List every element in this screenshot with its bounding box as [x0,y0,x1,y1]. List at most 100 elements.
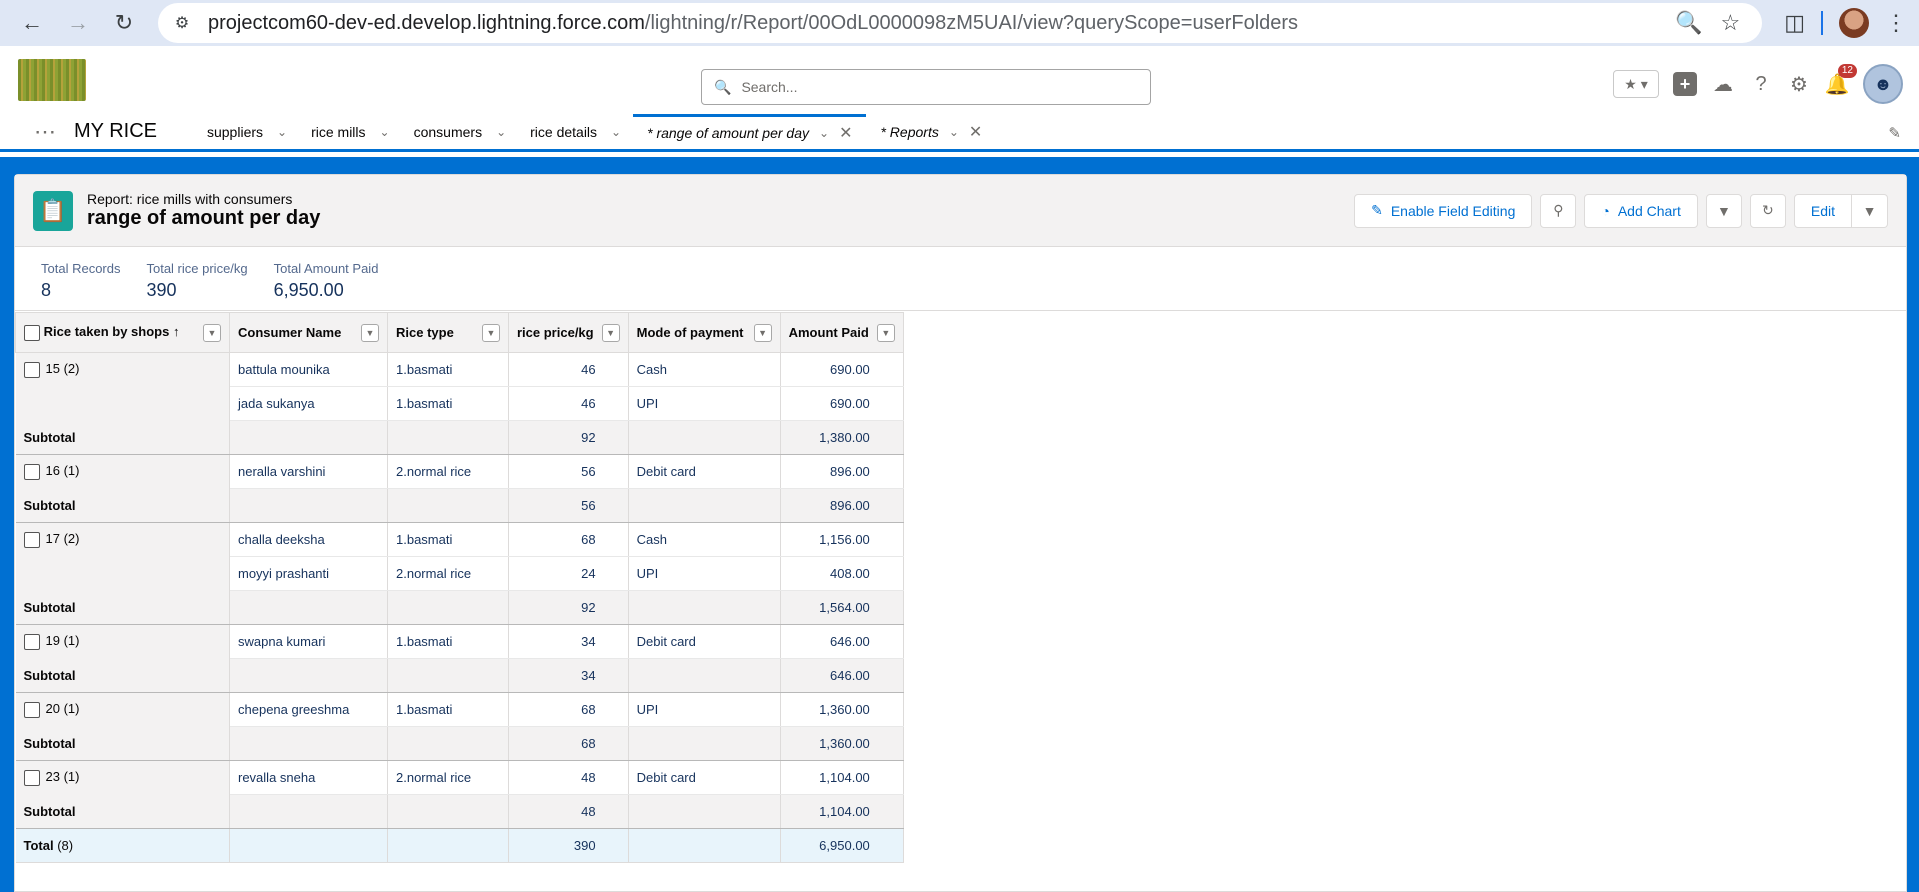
consumer-name-cell[interactable]: revalla sneha [229,760,388,795]
chevron-down-icon[interactable]: ⌄ [611,125,621,139]
column-menu-icon[interactable]: ▼ [876,323,895,342]
group-cell: 23 (1) [15,760,230,795]
edit-nav-pencil-icon[interactable]: ✎ [1888,124,1901,142]
summary-total-records: Total Records 8 [41,261,120,300]
enable-field-editing-button[interactable]: ✎ Enable Field Editing [1354,193,1533,228]
col-header-mode-of-payment[interactable]: Mode of payment ▼ [627,312,781,353]
browser-menu-icon[interactable]: ⋮ [1885,10,1907,36]
global-header: 🔍 Search... ★ ▾ + ☁ ? ⚙ 🔔 12 ☻ [0,46,1919,114]
consumer-name-cell[interactable]: chepena greeshma [229,692,388,727]
nav-item-label: suppliers [206,123,264,140]
row-checkbox[interactable] [23,701,40,718]
amount-paid-cell: 896.00 [780,454,904,489]
profile-avatar[interactable] [1839,8,1869,38]
row-checkbox[interactable] [23,769,40,786]
row-checkbox[interactable] [23,531,40,548]
trailhead-icon[interactable]: ☁ [1711,72,1735,96]
help-icon[interactable]: ? [1749,72,1773,96]
total-price: 390 [508,828,629,863]
setup-gear-icon[interactable]: ⚙ [1787,72,1811,96]
chevron-down-icon[interactable]: ⌄ [277,125,287,139]
sort-asc-icon[interactable]: ↑ [173,324,180,339]
extensions-icon[interactable]: ◫ [1784,10,1805,36]
col-label: Amount Paid [788,325,869,340]
empty-cell [628,420,781,455]
amount-paid-cell: 1,104.00 [780,760,904,795]
tab-range-of-amount[interactable]: * range of amount per day ⌄ ✕ [633,114,867,149]
nav-item-suppliers[interactable]: suppliers ⌄ [195,114,299,149]
site-info-icon[interactable]: ⚙ [168,9,196,37]
column-menu-icon[interactable]: ▼ [753,323,772,342]
empty-cell [229,488,388,523]
consumer-name-cell[interactable]: jada sukanya [229,386,388,421]
chevron-down-icon[interactable]: ⌄ [819,126,829,140]
tab-reports[interactable]: * Reports ⌄ ✕ [866,114,996,149]
select-all-checkbox[interactable] [24,324,40,341]
consumer-name-cell[interactable]: moyyi prashanti [229,556,388,591]
global-actions-icon[interactable]: + [1673,72,1697,96]
rice-type-cell: 1.basmati [387,624,509,659]
rice-type-cell: 1.basmati [387,522,509,557]
url-text[interactable]: projectcom60-dev-ed.develop.lightning.fo… [208,12,1675,35]
column-menu-icon[interactable]: ▼ [361,323,379,342]
chevron-down-icon[interactable]: ⌄ [380,125,390,139]
chevron-down-icon[interactable]: ⌄ [949,125,959,139]
notifications-bell-icon[interactable]: 🔔 12 [1825,64,1857,96]
global-search-input[interactable]: 🔍 Search... [701,69,1151,105]
column-menu-icon[interactable]: ▼ [203,323,221,342]
subtotal-price: 68 [508,726,629,761]
empty-cell [387,828,509,863]
filter-button[interactable]: ▼ [1705,193,1742,228]
search-report-button[interactable]: ⚲ [1540,193,1577,228]
refresh-button[interactable]: ↻ [1749,193,1786,228]
edit-button[interactable]: Edit [1793,193,1852,228]
consumer-name-cell[interactable]: battula mounika [229,352,388,387]
nav-item-label: rice details [530,123,598,140]
empty-cell [628,794,781,829]
col-header-rice-type[interactable]: Rice type ▼ [387,312,509,353]
more-actions-button[interactable]: ▼ [1852,193,1888,228]
empty-cell [229,590,388,625]
chevron-down-icon: ▼ [1862,202,1877,219]
close-icon[interactable]: ✕ [839,123,852,143]
row-checkbox[interactable] [23,361,40,378]
payment-mode-cell: Debit card [628,624,781,659]
forward-icon[interactable]: → [58,3,98,43]
col-header-rice-taken[interactable]: Rice taken by shops ↑ ▼ [15,312,230,353]
subtotal-price: 56 [508,488,629,523]
chevron-down-icon[interactable]: ⌄ [496,125,506,139]
close-icon[interactable]: ✕ [969,122,982,142]
back-icon[interactable]: ← [12,3,52,43]
report-icon: 📋 [33,190,73,231]
col-label: rice price/kg [517,325,594,340]
row-checkbox[interactable] [23,463,40,480]
column-menu-icon[interactable]: ▼ [601,323,620,342]
empty-cell [628,726,781,761]
col-header-amount-paid[interactable]: Amount Paid ▼ [779,312,904,353]
consumer-name-cell[interactable]: neralla varshini [229,454,388,489]
app-launcher-icon[interactable]: ⋯ [30,114,60,149]
subtotal-amount: 646.00 [780,658,904,693]
org-logo[interactable] [18,59,86,101]
zoom-icon[interactable]: 🔍 [1675,10,1702,36]
bookmark-star-icon[interactable]: ☆ [1720,10,1740,36]
user-avatar[interactable]: ☻ [1863,64,1903,104]
payment-mode-cell: Debit card [628,760,781,795]
consumer-name-cell[interactable]: challa deeksha [229,522,388,557]
add-chart-button[interactable]: ◔ Add Chart [1584,193,1698,228]
address-bar[interactable]: ⚙ projectcom60-dev-ed.develop.lightning.… [158,3,1763,43]
nav-item-rice-mills[interactable]: rice mills ⌄ [299,114,402,149]
empty-cell [387,726,509,761]
row-checkbox[interactable] [23,633,40,650]
favorites-button[interactable]: ★ ▾ [1613,70,1659,98]
button-label: Enable Field Editing [1390,202,1516,219]
consumer-name-cell[interactable]: swapna kumari [229,624,388,659]
nav-item-rice-details[interactable]: rice details ⌄ [518,114,633,149]
nav-item-consumers[interactable]: consumers ⌄ [402,114,519,149]
col-header-rice-price[interactable]: rice price/kg ▼ [508,312,629,353]
subtotal-row: Subtotal 48 1,104.00 [15,794,904,829]
reload-icon[interactable]: ↻ [104,3,144,43]
column-menu-icon[interactable]: ▼ [482,323,500,342]
total-row: Total (8) 390 6,950.00 [15,828,904,863]
col-header-consumer-name[interactable]: Consumer Name ▼ [229,312,388,353]
